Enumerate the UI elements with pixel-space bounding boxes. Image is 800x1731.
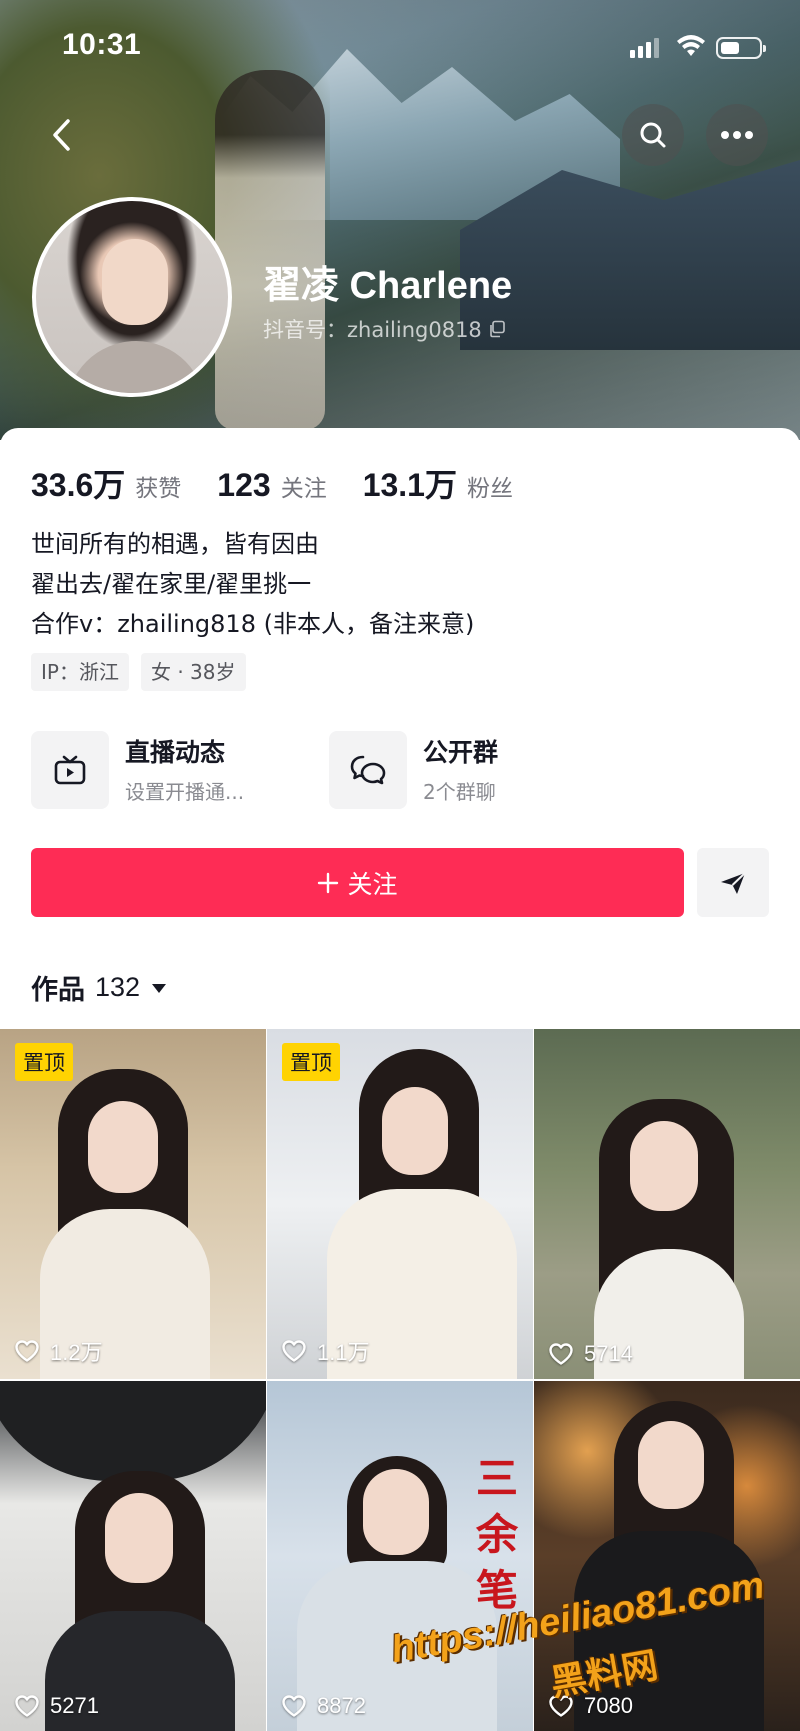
overlay-text: 三余笔 xyxy=(475,1454,518,1615)
back-button[interactable] xyxy=(36,110,86,160)
stat-label: 粉丝 xyxy=(466,476,513,502)
follow-button[interactable]: 关注 xyxy=(31,848,684,917)
pinned-badge: 置顶 xyxy=(282,1043,340,1081)
more-button[interactable] xyxy=(706,104,768,166)
like-count-text: 5714 xyxy=(584,1341,633,1366)
public-group-entry[interactable]: 公开群 2个群聊 xyxy=(329,731,498,809)
live-title: 直播动态 xyxy=(125,737,226,767)
works-label: 作品 xyxy=(31,975,85,1006)
heart-icon xyxy=(549,1343,573,1365)
live-updates-entry[interactable]: 直播动态 设置开播通... xyxy=(31,731,244,809)
plus-icon xyxy=(318,872,339,893)
send-icon xyxy=(721,871,746,894)
follow-label: 关注 xyxy=(347,869,398,899)
ip-location-tag: IP：浙江 xyxy=(31,653,129,691)
search-icon xyxy=(640,122,666,148)
group-subtitle: 2个群聊 xyxy=(423,779,496,804)
heart-icon xyxy=(282,1340,306,1362)
search-button[interactable] xyxy=(622,104,684,166)
video-thumbnail[interactable]: 置顶 1.2万 xyxy=(0,1029,266,1379)
like-count: 5271 xyxy=(14,1693,99,1719)
group-title: 公开群 xyxy=(423,737,499,767)
heart-icon xyxy=(15,1695,39,1717)
like-count-text: 8872 xyxy=(317,1693,366,1718)
stat-label: 关注 xyxy=(280,476,327,502)
heart-icon xyxy=(282,1695,306,1717)
status-time: 10:31 xyxy=(62,28,142,61)
wifi-icon xyxy=(677,35,705,56)
stat-likes[interactable]: 33.6万 获赞 xyxy=(31,460,181,506)
share-button[interactable] xyxy=(697,848,769,917)
more-dots-icon xyxy=(721,131,753,139)
like-count-text: 1.1万 xyxy=(317,1340,370,1365)
like-count-text: 1.2万 xyxy=(50,1340,103,1365)
feature-shortcuts: 直播动态 设置开播通... 公开群 2个群聊 xyxy=(31,731,771,811)
video-thumbnail[interactable]: 置顶 1.1万 xyxy=(267,1029,533,1379)
copy-icon[interactable] xyxy=(488,320,506,338)
stat-followers[interactable]: 13.1万 粉丝 xyxy=(363,460,513,506)
stat-value: 123 xyxy=(217,467,271,503)
works-count: 132 xyxy=(95,972,141,1002)
profile-tags: IP：浙江 女 · 38岁 xyxy=(31,653,246,691)
live-subtitle: 设置开播通... xyxy=(125,779,245,804)
group-chat-icon xyxy=(329,731,407,809)
video-thumbnail[interactable]: 5714 xyxy=(534,1029,800,1379)
bio-line: 翟出去/翟在家里/翟里挑一 xyxy=(31,570,312,598)
chevron-left-icon xyxy=(53,119,70,151)
douyin-id[interactable]: 抖音号：zhailing0818 xyxy=(263,314,506,344)
heart-icon xyxy=(15,1340,39,1362)
like-count-text: 5271 xyxy=(50,1693,99,1718)
stat-label: 获赞 xyxy=(135,476,182,502)
like-count: 5714 xyxy=(548,1341,633,1367)
profile-stats: 33.6万 获赞 123 关注 13.1万 粉丝 xyxy=(31,460,549,506)
battery-icon xyxy=(716,37,766,59)
bio-line: 合作v：zhailing818 (非本人，备注来意) xyxy=(31,610,475,638)
stat-value: 13.1万 xyxy=(362,467,457,503)
video-thumbnail[interactable]: 三余笔 8872 xyxy=(267,1381,533,1731)
signal-icon xyxy=(630,38,659,58)
caret-down-icon xyxy=(152,983,167,993)
stat-value: 33.6万 xyxy=(31,467,126,503)
video-grid: 置顶 1.2万 置顶 1.1万 5714 5271 三余笔 8872 7080 xyxy=(0,1029,800,1731)
stat-following[interactable]: 123 关注 xyxy=(217,467,326,504)
like-count: 1.2万 xyxy=(14,1335,103,1367)
like-count: 8872 xyxy=(281,1693,366,1719)
like-count: 1.1万 xyxy=(281,1335,370,1367)
status-bar: 10:31 xyxy=(0,0,800,90)
bio-line: 世间所有的相遇，皆有因由 xyxy=(31,530,319,558)
tv-icon xyxy=(31,731,109,809)
works-tab[interactable]: 作品 132 xyxy=(31,968,168,1007)
video-thumbnail[interactable]: 5271 xyxy=(0,1381,266,1731)
profile-name: 翟凌 Charlene xyxy=(263,265,513,307)
pinned-badge: 置顶 xyxy=(15,1043,73,1081)
avatar[interactable] xyxy=(32,197,232,397)
gender-age-tag: 女 · 38岁 xyxy=(140,653,246,691)
profile-bio: 世间所有的相遇，皆有因由 翟出去/翟在家里/翟里挑一 合作v：zhailing8… xyxy=(31,524,474,644)
douyin-id-text: 抖音号：zhailing0818 xyxy=(263,318,482,342)
